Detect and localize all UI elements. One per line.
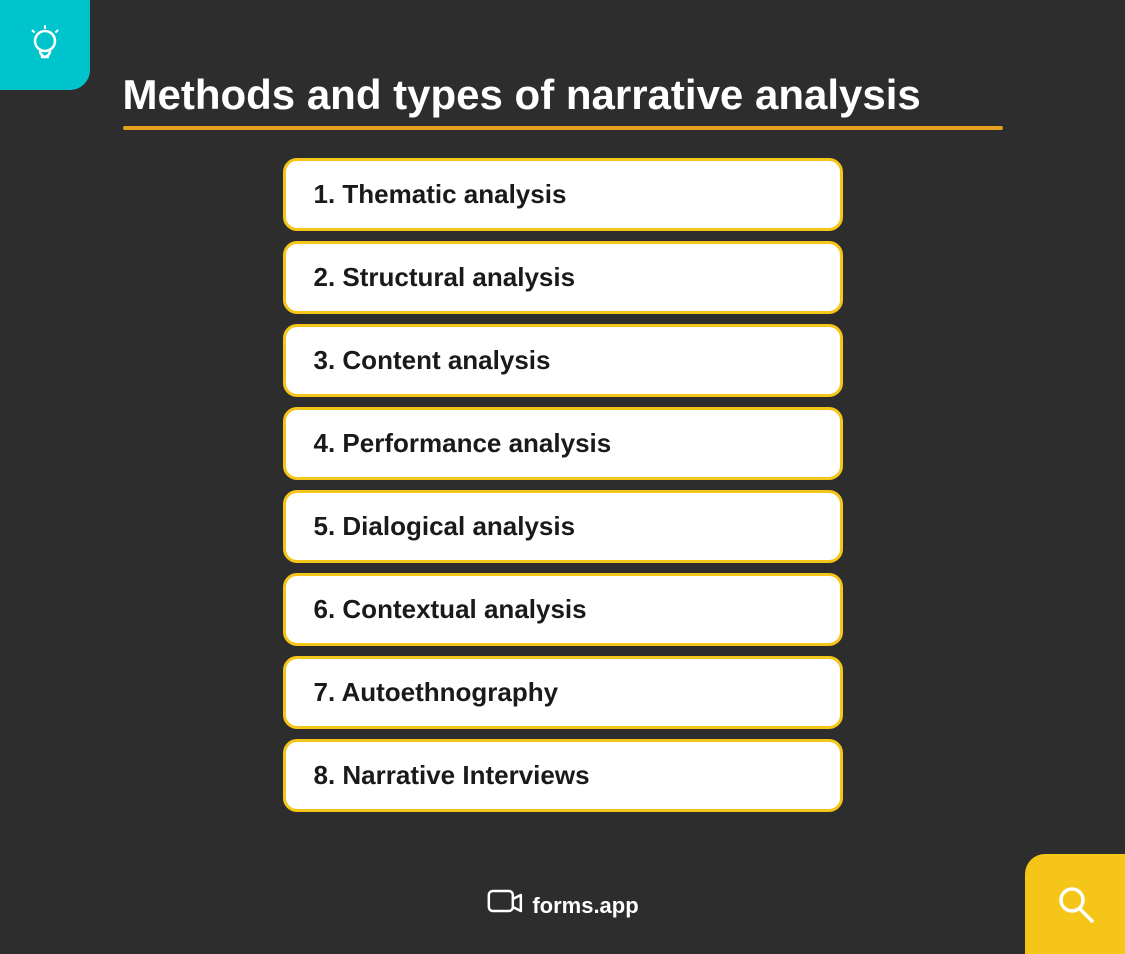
- search-icon-bottom: [1050, 879, 1100, 929]
- list-item: 5. Dialogical analysis: [283, 490, 843, 563]
- bottom-right-badge: [1025, 854, 1125, 954]
- list-item: 1. Thematic analysis: [283, 158, 843, 231]
- list-item: 8. Narrative Interviews: [283, 739, 843, 812]
- footer: forms.app: [486, 885, 638, 926]
- list-item: 4. Performance analysis: [283, 407, 843, 480]
- list-item: 2. Structural analysis: [283, 241, 843, 314]
- list-item: 3. Content analysis: [283, 324, 843, 397]
- list-container: 1. Thematic analysis 2. Structural analys…: [283, 158, 843, 812]
- footer-brand-text: forms.app: [532, 893, 638, 919]
- title-underline: [123, 126, 1003, 130]
- lightbulb-icon: [23, 23, 67, 67]
- list-item: 6. Contextual analysis: [283, 573, 843, 646]
- page-title: Methods and types of narrative analysis: [123, 70, 1003, 120]
- list-item: 7. Autoethnography: [283, 656, 843, 729]
- forms-app-logo-icon: [486, 885, 522, 921]
- top-left-badge: [0, 0, 90, 90]
- main-content: Methods and types of narrative analysis …: [0, 0, 1125, 812]
- title-section: Methods and types of narrative analysis: [123, 70, 1003, 130]
- footer-logo: [486, 885, 522, 926]
